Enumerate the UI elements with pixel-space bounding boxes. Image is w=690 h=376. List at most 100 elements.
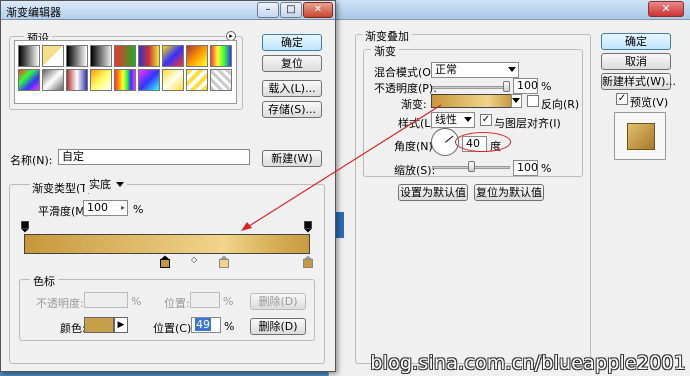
delete-color-stop-button[interactable]: 删除(D): [250, 318, 306, 335]
gradient-picker[interactable]: [431, 94, 512, 108]
gradient-editor-titlebar: 渐变编辑器 – □ ✕: [1, 1, 335, 20]
gradient-label: 渐变:: [401, 98, 427, 111]
blend-mode-select[interactable]: 正常: [431, 62, 519, 78]
opacity-slider-thumb[interactable]: [503, 81, 510, 92]
preset-swatch[interactable]: [18, 45, 40, 67]
preset-swatch[interactable]: [42, 69, 64, 91]
preset-swatch[interactable]: [162, 45, 184, 67]
chevron-down-icon: [116, 182, 124, 187]
chevron-down-icon: [508, 67, 516, 72]
gradient-picker-dropdown[interactable]: [511, 94, 522, 108]
preset-swatch[interactable]: [114, 45, 136, 67]
opacity-unit: %: [541, 80, 552, 93]
preset-swatch[interactable]: [90, 69, 112, 91]
chevron-down-icon: [464, 117, 472, 122]
set-default-button[interactable]: 设置为默认值: [398, 184, 468, 201]
preset-swatch[interactable]: [66, 69, 88, 91]
color-label: 颜色:: [60, 322, 86, 335]
save-button[interactable]: 存储(S)...: [262, 101, 322, 118]
minimize-icon[interactable]: –: [257, 2, 279, 18]
scale-label: 缩放(S):: [394, 164, 436, 177]
stop-color-swatch[interactable]: [84, 317, 114, 333]
layer-style-cancel-button[interactable]: 取消: [601, 53, 671, 70]
new-gradient-button[interactable]: 新建(W): [262, 150, 322, 167]
gradient-editor-title: 渐变编辑器: [6, 6, 61, 19]
style-preview-thumbnail: [614, 112, 666, 160]
preview-checkbox[interactable]: ✓: [616, 93, 628, 105]
scale-unit: %: [541, 162, 552, 175]
align-label: 与图层对齐(I): [494, 117, 561, 130]
color-stop-selected[interactable]: [160, 255, 170, 268]
layer-style-titlebar: [329, 0, 690, 20]
opacity-stop-left[interactable]: [21, 221, 29, 233]
color-stop-middle[interactable]: [219, 255, 229, 268]
gradient-bar[interactable]: [24, 234, 310, 254]
opacity-location-input: [190, 292, 220, 308]
maximize-icon[interactable]: □: [280, 2, 302, 18]
delete-opacity-stop-button: 删除(D): [250, 293, 306, 310]
style-value: 线性: [435, 113, 457, 126]
opacity-slider-track[interactable]: [432, 86, 510, 89]
layer-style-close-button[interactable]: ✕: [648, 1, 684, 17]
style-select[interactable]: 线性: [431, 112, 475, 128]
midpoint-diamond-icon[interactable]: ◇: [191, 256, 199, 264]
color-stop-right[interactable]: [303, 255, 313, 268]
color-location-unit: %: [224, 320, 235, 333]
angle-highlight-ellipse: [455, 132, 511, 152]
gradient-type-value: 实底: [89, 178, 111, 191]
preset-swatch[interactable]: [162, 69, 184, 91]
gradient-overlay-title: 渐变叠加: [362, 28, 412, 44]
chevron-down-icon: [512, 98, 520, 103]
opacity-input[interactable]: 100: [513, 78, 538, 94]
name-label: 名称(N):: [10, 154, 53, 167]
preset-swatch[interactable]: [186, 45, 208, 67]
layer-style-ok-button[interactable]: 确定: [601, 33, 671, 50]
preset-swatch[interactable]: [210, 45, 232, 67]
opacity-label: 不透明度(P):: [374, 82, 437, 95]
color-location-label: 位置(C):: [153, 322, 195, 335]
stops-legend: 色标: [30, 273, 58, 289]
preset-swatch[interactable]: [138, 69, 160, 91]
opacity-location-label: 位置:: [164, 297, 190, 310]
close-icon[interactable]: ✕: [303, 2, 333, 18]
smoothness-unit: %: [133, 203, 144, 216]
preview-label: 预览(V): [630, 96, 669, 109]
reverse-label: 反向(R): [541, 98, 580, 111]
gradient-ok-button[interactable]: 确定: [262, 34, 322, 51]
presets-grid: [14, 40, 237, 104]
preset-swatch[interactable]: [66, 45, 88, 67]
reset-default-button[interactable]: 复位为默认值: [474, 184, 544, 201]
gradient-subgroup-title: 渐变: [371, 43, 399, 59]
name-input[interactable]: 自定: [58, 149, 250, 165]
opacity-location-unit: %: [223, 295, 234, 308]
color-location-input[interactable]: 49: [191, 317, 221, 333]
scale-input[interactable]: 100: [513, 160, 538, 176]
blend-mode-value: 正常: [435, 63, 457, 76]
preset-swatch[interactable]: [138, 45, 160, 67]
color-location-value: 49: [195, 318, 211, 331]
stop-opacity-unit: %: [131, 295, 142, 308]
preset-swatch[interactable]: [114, 69, 136, 91]
style-preview-swatch: [627, 123, 655, 150]
scale-slider-thumb[interactable]: [467, 161, 475, 172]
preset-swatch[interactable]: [90, 45, 112, 67]
preset-swatch[interactable]: [210, 69, 232, 91]
smoothness-input[interactable]: 100 ▸: [83, 200, 128, 216]
chevron-right-icon: ▸: [120, 203, 125, 212]
gradient-reset-button[interactable]: 复位: [262, 55, 322, 72]
align-checkbox[interactable]: ✓: [480, 114, 492, 126]
smoothness-value: 100: [87, 201, 108, 214]
color-menu-arrow-icon[interactable]: ▶: [114, 317, 128, 333]
watermark: blog.sina.com.cn/blueapple2001: [370, 352, 686, 374]
blend-mode-label: 混合模式(O):: [374, 66, 439, 79]
stop-opacity-label: 不透明度:: [36, 297, 84, 310]
gradient-type-select[interactable]: 实底: [85, 177, 127, 193]
preset-swatch[interactable]: [18, 69, 40, 91]
load-button[interactable]: 载入(L)...: [262, 80, 322, 97]
preset-swatch[interactable]: [186, 69, 208, 91]
new-style-button[interactable]: 新建样式(W)...: [601, 73, 676, 90]
opacity-stop-right[interactable]: [304, 221, 312, 233]
preset-swatch[interactable]: [42, 45, 64, 67]
angle-dial-hand: [445, 135, 454, 143]
reverse-checkbox[interactable]: [527, 95, 539, 107]
